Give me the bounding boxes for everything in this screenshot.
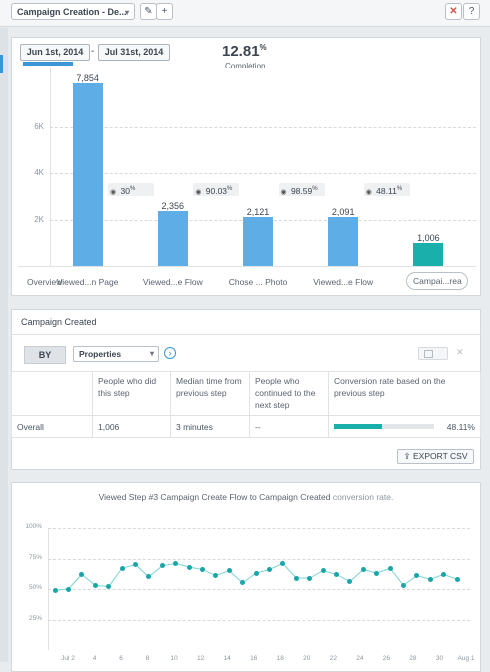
- next-arrow-icon[interactable]: ›: [164, 347, 176, 359]
- x-tick-label[interactable]: Viewed...e Flow: [135, 277, 211, 287]
- conversion-value: 90.03: [203, 185, 228, 196]
- export-csv-button[interactable]: ⇪ EXPORT CSV: [397, 449, 474, 464]
- x-tick-label[interactable]: Chose ... Photo: [220, 277, 296, 287]
- chart-divider: [18, 266, 476, 267]
- trend-title-suffix: conversion rate.: [330, 492, 394, 502]
- bar[interactable]: [413, 242, 444, 266]
- trend-title-main: Viewed Step #3 Campaign Create Flow to C…: [98, 492, 331, 502]
- bar[interactable]: [157, 211, 188, 266]
- x-tick-label[interactable]: Viewed...e Flow: [305, 277, 381, 287]
- eye-icon: ◉: [195, 188, 202, 196]
- conversion-value: 98.59: [288, 185, 313, 196]
- chart-type-select[interactable]: [418, 347, 448, 360]
- step-panel-title: Campaign Created: [21, 317, 97, 327]
- row-label: Overall: [11, 415, 93, 438]
- bar-value-label: 2,121: [246, 206, 270, 217]
- row-people: 1,006: [92, 415, 171, 438]
- overview-tab[interactable]: Overview: [27, 277, 67, 287]
- table-header-continued: People who continued to the next step: [249, 371, 329, 416]
- bar-value-label: 2,091: [331, 207, 355, 218]
- properties-select-label: Properties: [79, 349, 122, 359]
- bar[interactable]: [243, 216, 273, 266]
- conversion-value: 30: [118, 185, 131, 196]
- rate-value: 48.11%: [446, 421, 475, 432]
- table-header-people: People who did this step: [92, 371, 171, 416]
- table-header-rate: Conversion rate based on the previous st…: [328, 371, 481, 416]
- conversion-badge[interactable]: ◉ 30%: [108, 183, 155, 196]
- gridline: [50, 126, 476, 128]
- conversion-unit: %: [227, 186, 233, 192]
- chevron-down-icon: ▾: [149, 349, 154, 358]
- y-tick-label: 2K: [34, 214, 44, 224]
- bar[interactable]: [328, 217, 359, 266]
- y-tick-label: 6K: [34, 121, 44, 131]
- trend-title: Viewed Step #3 Campaign Create Flow to C…: [11, 492, 481, 502]
- y-axis-line: [50, 68, 51, 266]
- export-icon: ⇪: [403, 451, 411, 461]
- conversion-unit: %: [130, 186, 136, 192]
- bar[interactable]: [72, 83, 103, 266]
- table-header-blank: [11, 371, 93, 416]
- row-continued: --: [249, 415, 329, 438]
- table-row: Overall 1,006 3 minutes -- 48.11%: [11, 415, 481, 438]
- eye-icon: ◉: [365, 188, 372, 196]
- bar-value-label: 7,854: [76, 73, 99, 84]
- bar-value-label: 1,006: [417, 232, 440, 243]
- rate-progress-track: [334, 424, 434, 429]
- eye-icon: ◉: [280, 188, 287, 196]
- trend-panel: [11, 482, 481, 672]
- funnel-chart: 2K 4K 6K 7,854 Viewed...n Page ◉ 30% 2,356 View…: [0, 0, 490, 300]
- properties-select[interactable]: Properties ▾: [73, 346, 159, 362]
- row-rate: 48.11%: [328, 415, 481, 438]
- eye-icon: ◉: [110, 188, 117, 196]
- bar-value-label: 2,356: [161, 201, 185, 212]
- step-panel-divider: [11, 334, 481, 335]
- y-tick-label: 4K: [34, 168, 44, 177]
- gridline: [50, 173, 476, 174]
- row-median: 3 minutes: [170, 415, 250, 438]
- by-button[interactable]: BY: [24, 346, 66, 364]
- clear-x-icon[interactable]: ✕: [456, 347, 464, 358]
- conversion-unit: %: [396, 186, 403, 192]
- step-table: People who did this step Median time fro…: [11, 371, 481, 438]
- conversion-badge[interactable]: ◉ 98.59%: [278, 183, 325, 196]
- conversion-value: 48.11: [373, 185, 397, 196]
- x-tick-label[interactable]: Campai...rea: [406, 272, 469, 290]
- table-header-median: Median time from previous step: [170, 371, 250, 416]
- table-icon: [424, 350, 433, 358]
- export-csv-label: EXPORT CSV: [413, 451, 468, 461]
- conversion-unit: %: [312, 186, 318, 192]
- conversion-badge[interactable]: ◉ 90.03%: [193, 183, 240, 196]
- conversion-badge[interactable]: ◉ 48.11%: [363, 183, 410, 196]
- rate-progress-fill: [334, 424, 383, 429]
- table-header-row: People who did this step Median time fro…: [11, 371, 481, 416]
